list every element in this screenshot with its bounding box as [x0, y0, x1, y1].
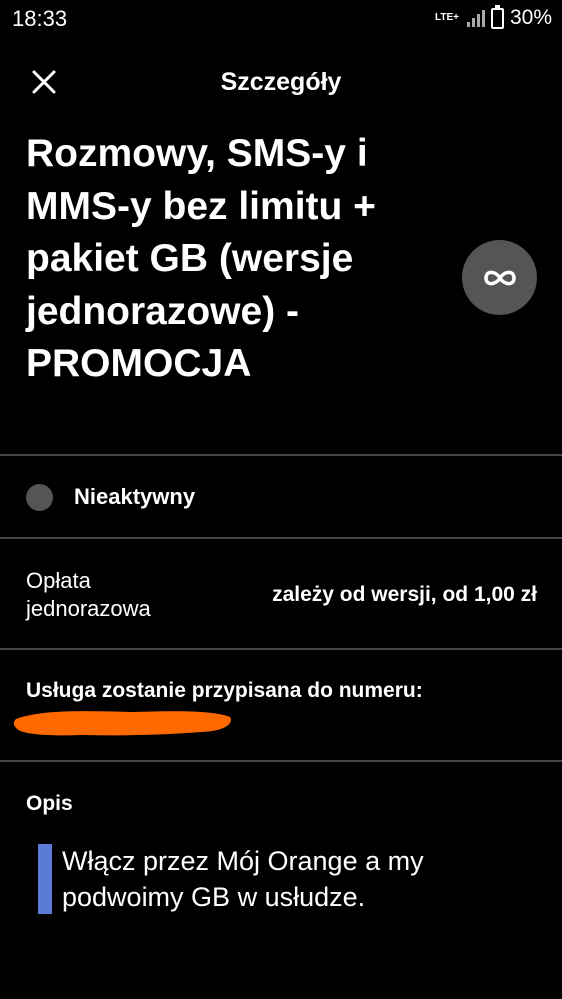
product-title: Rozmowy, SMS-y i MMS-y bez limitu + paki…	[26, 132, 376, 385]
fee-label: Opłata jednorazowa	[26, 568, 151, 621]
unlimited-badge	[462, 240, 537, 315]
divider	[0, 648, 562, 650]
app-header: Szczegóły	[0, 56, 562, 108]
status-dot-icon	[26, 483, 53, 511]
description-accent-bar	[38, 844, 52, 914]
description-text: Włącz przez Mój Orange a my podwoimy GB …	[62, 846, 424, 912]
divider	[0, 537, 562, 539]
network-type-icon: LTE+	[434, 12, 459, 23]
description-heading: Opis	[26, 792, 73, 815]
fee-value: zależy od wersji, od 1,00 zł	[272, 583, 537, 606]
battery-level: 30%	[509, 6, 552, 29]
battery-icon	[490, 4, 504, 29]
signal-icon	[466, 9, 485, 27]
divider	[0, 760, 562, 762]
status-time: 18:33	[12, 6, 68, 31]
page-title: Szczegóły	[220, 68, 342, 96]
status-indicators: LTE+ 30%	[434, 4, 552, 30]
service-status: Nieaktywny	[26, 482, 195, 512]
infinity-icon	[483, 270, 516, 285]
redacted-phone-number	[13, 711, 231, 736]
divider	[0, 454, 562, 456]
assignment-label: Usługa zostanie przypisana do numeru:	[26, 679, 423, 702]
status-label: Nieaktywny	[74, 484, 196, 509]
status-bar: 18:33 LTE+ 30%	[0, 0, 562, 40]
